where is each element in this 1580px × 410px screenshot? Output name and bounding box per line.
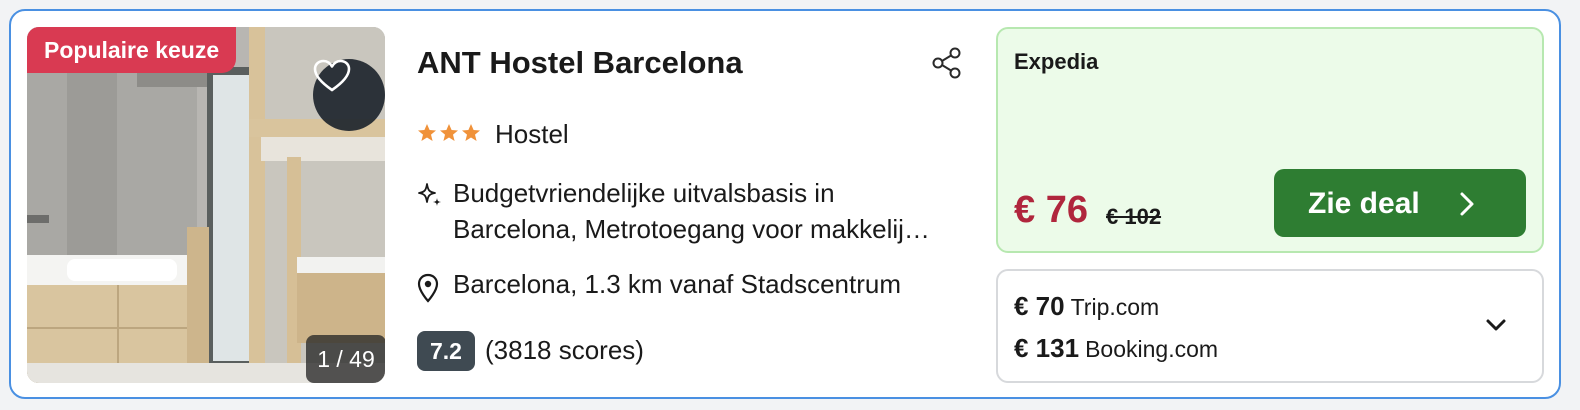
rating-score-badge: 7.2 — [417, 331, 475, 371]
best-deal-panel[interactable]: Expedia € 76 € 102 Zie deal — [996, 27, 1544, 253]
view-deal-button[interactable]: Zie deal — [1274, 169, 1526, 237]
star-icon — [440, 124, 458, 141]
hotel-description: Budgetvriendelijke uitvalsbasis in Barce… — [453, 175, 983, 247]
chevron-right-icon — [1460, 192, 1474, 216]
offer-provider: Trip.com — [1070, 294, 1160, 320]
offer-price: € 131 — [1014, 333, 1080, 363]
popular-choice-badge: Populaire keuze — [27, 27, 237, 73]
original-price: € 102 — [1106, 204, 1162, 229]
favorite-button[interactable] — [313, 59, 385, 131]
star-icon — [462, 124, 480, 141]
chevron-down-icon[interactable] — [1484, 317, 1508, 333]
other-offers-panel[interactable]: € 70 Trip.com € 131 Booking.com — [996, 269, 1544, 383]
hotel-card[interactable]: Populaire keuze 1 / 49 ANT Hostel Barcel… — [9, 9, 1561, 399]
star-rating — [417, 123, 481, 143]
offer-row[interactable]: € 131 Booking.com — [1014, 333, 1218, 364]
hotel-title[interactable]: ANT Hostel Barcelona — [417, 45, 743, 81]
description-line-2: Barcelona, Metrotoegang voor makkelij… — [453, 214, 930, 244]
accommodation-type: Hostel — [495, 119, 569, 149]
offer-price: € 70 — [1014, 291, 1065, 321]
offer-provider: Booking.com — [1085, 336, 1219, 362]
review-count[interactable]: (3818 scores) — [485, 335, 644, 366]
offer-row[interactable]: € 70 Trip.com — [1014, 291, 1159, 322]
view-deal-label: Zie deal — [1308, 187, 1420, 220]
deal-price: € 76 — [1014, 189, 1088, 231]
hotel-location[interactable]: Barcelona, 1.3 km vanaf Stadscentrum — [453, 269, 901, 300]
share-icon[interactable] — [929, 45, 965, 81]
star-icon — [418, 124, 436, 141]
sparkle-icon — [418, 183, 441, 206]
map-pin-icon — [417, 273, 439, 303]
deal-provider: Expedia — [1014, 49, 1099, 74]
photo-counter: 1 / 49 — [306, 335, 385, 383]
description-line-1: Budgetvriendelijke uitvalsbasis in — [453, 178, 835, 208]
heart-icon — [313, 59, 351, 92]
hotel-photo[interactable]: Populaire keuze 1 / 49 — [27, 27, 385, 383]
